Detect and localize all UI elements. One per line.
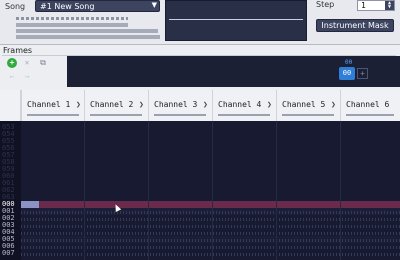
empty-cells	[21, 253, 400, 256]
channel-separator	[212, 121, 213, 260]
remove-frame-icon[interactable]: ✕	[22, 58, 32, 68]
channel-expand-icon[interactable]: ❯	[76, 100, 81, 109]
volume-meter	[2, 15, 160, 42]
duplicate-frame-icon[interactable]: ⧉	[38, 58, 48, 68]
channel-volume-meter	[346, 114, 394, 116]
channel-volume-meter	[154, 114, 206, 116]
meter-bar-right	[16, 29, 158, 33]
step-value: 1	[361, 1, 366, 10]
channel-header-3[interactable]: Channel 3 ❯	[148, 90, 212, 121]
meter-peak-dash	[16, 17, 128, 20]
cursor-row	[21, 201, 400, 208]
row-number-column: 053 054 055 056 057 058 059 060 061 062 …	[0, 121, 21, 260]
row-number: 007	[2, 249, 15, 257]
channel-header-6[interactable]: Channel 6	[340, 90, 400, 121]
toolbar: Song #1 New Song ▼ Step 1 ▲ ▼ Instrument…	[0, 0, 400, 44]
pattern-editor: Channel 1 ❯ Channel 2 ❯ Channel 3 ❯ Chan…	[0, 90, 400, 260]
move-frame-down-icon[interactable]: →	[22, 72, 32, 82]
channel-separator	[340, 121, 341, 260]
channel-expand-icon[interactable]: ❯	[203, 100, 208, 109]
instrument-mask-button[interactable]: Instrument Mask	[316, 19, 394, 32]
frame-cell-selected[interactable]: 00	[339, 67, 355, 80]
empty-cells	[21, 218, 400, 221]
step-spin-buttons[interactable]: ▲ ▼	[385, 1, 394, 10]
empty-cells	[21, 232, 400, 235]
empty-cells	[21, 211, 400, 214]
frame-list[interactable]: 00 00 +	[67, 56, 400, 87]
channel-name: Channel 6	[346, 100, 390, 109]
song-select-value: #1 New Song	[40, 2, 95, 11]
channel-name: Channel 1	[27, 100, 71, 109]
song-select[interactable]: #1 New Song ▼	[35, 0, 160, 12]
empty-cells	[21, 225, 400, 228]
empty-cells	[21, 239, 400, 242]
spin-down-icon[interactable]: ▼	[385, 5, 394, 10]
row-number-header	[0, 90, 21, 121]
channel-name: Channel 4	[218, 100, 262, 109]
channel-name: Channel 2	[90, 100, 134, 109]
add-frame-icon[interactable]: +	[7, 58, 17, 68]
channel-header-row: Channel 1 ❯ Channel 2 ❯ Channel 3 ❯ Chan…	[0, 90, 400, 121]
cursor-cell	[21, 201, 39, 208]
channel-separator	[276, 121, 277, 260]
channel-header-2[interactable]: Channel 2 ❯	[84, 90, 148, 121]
move-frame-up-icon[interactable]: ←	[7, 72, 17, 82]
channel-expand-icon[interactable]: ❯	[139, 100, 144, 109]
channel-name: Channel 3	[154, 100, 198, 109]
channel-volume-meter	[218, 114, 270, 116]
channel-header-5[interactable]: Channel 5 ❯	[276, 90, 340, 121]
frame-column-header: 00	[345, 59, 353, 66]
meter-bar-left	[16, 23, 128, 27]
channel-separator	[148, 121, 149, 260]
step-label: Step	[316, 0, 335, 9]
channel-volume-meter	[282, 114, 334, 116]
channel-name: Channel 5	[282, 100, 326, 109]
channel-separator	[84, 121, 85, 260]
channel-header-1[interactable]: Channel 1 ❯	[21, 90, 85, 121]
frames-panel: Frames + ✕ ⧉ ← → 00 00 +	[0, 44, 400, 90]
channel-volume-meter	[90, 114, 142, 116]
channel-volume-meter	[27, 114, 79, 116]
channel-header-4[interactable]: Channel 4 ❯	[212, 90, 276, 121]
chevron-down-icon: ▼	[151, 1, 157, 9]
channel-expand-icon[interactable]: ❯	[331, 100, 336, 109]
frames-title: Frames	[3, 46, 33, 55]
channel-expand-icon[interactable]: ❯	[267, 100, 272, 109]
oscilloscope	[165, 0, 307, 41]
oscilloscope-waveform	[169, 19, 303, 20]
frame-add-cell[interactable]: +	[357, 68, 368, 79]
meter-bar-total	[16, 35, 160, 39]
step-spinbox[interactable]: 1 ▲ ▼	[357, 0, 395, 11]
song-label: Song	[5, 2, 26, 11]
pattern-grid[interactable]	[21, 121, 400, 260]
empty-cells	[21, 246, 400, 249]
